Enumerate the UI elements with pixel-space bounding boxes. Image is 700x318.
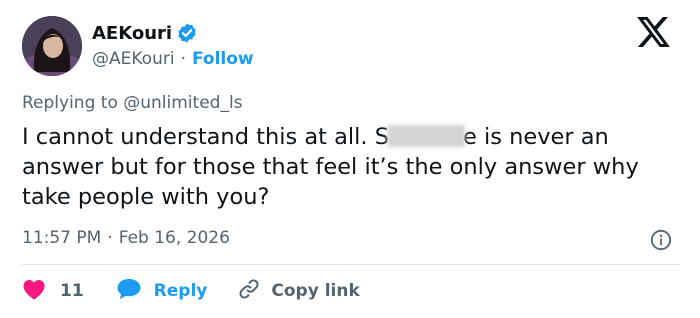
x-logo-icon[interactable]	[637, 17, 670, 47]
author-name-row: AEKouri	[92, 21, 198, 45]
reply-prefix: Replying to	[22, 93, 118, 113]
reply-context: Replying to @unlimited_ls	[22, 93, 243, 113]
like-count: 11	[60, 281, 84, 301]
avatar-image	[22, 16, 82, 76]
timestamp-separator: ·	[107, 228, 113, 248]
verified-badge-icon	[176, 22, 198, 44]
copy-link-label: Copy link	[271, 281, 360, 301]
reply-target-handle[interactable]: @unlimited_ls	[123, 93, 242, 113]
reply-button[interactable]: Reply	[116, 278, 208, 305]
divider	[22, 264, 680, 265]
author-handle-row: @AEKouri · Follow	[92, 48, 254, 70]
reply-bubble-icon	[116, 278, 142, 305]
info-icon[interactable]	[650, 229, 672, 251]
reply-label: Reply	[153, 281, 208, 301]
author-handle[interactable]: @AEKouri	[92, 49, 175, 69]
follow-button[interactable]: Follow	[192, 49, 254, 69]
tweet-timestamp[interactable]: 11:57 PM · Feb 16, 2026	[22, 228, 230, 248]
tweet-date: Feb 16, 2026	[118, 228, 230, 248]
action-bar: 11 Reply Copy link	[22, 277, 360, 305]
copy-link-button[interactable]: Copy link	[237, 277, 360, 306]
avatar[interactable]	[22, 16, 82, 76]
heart-icon	[22, 278, 46, 305]
handle-separator: ·	[180, 49, 186, 69]
tweet-time: 11:57 PM	[22, 228, 102, 248]
link-icon	[237, 277, 261, 306]
author-display-name[interactable]: AEKouri	[92, 23, 172, 44]
redacted-word	[386, 125, 465, 147]
like-button[interactable]: 11	[22, 278, 84, 305]
tweet-text-part1: I cannot understand this at all. S	[22, 124, 389, 150]
tweet-text: I cannot understand this at all. Se is n…	[22, 122, 682, 212]
